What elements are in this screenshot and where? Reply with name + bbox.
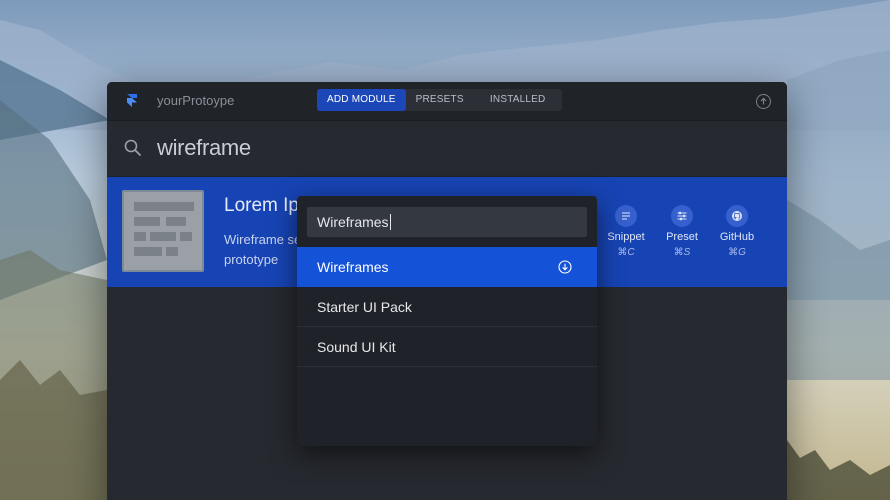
arrow-up-icon [760, 97, 767, 105]
search-bar[interactable]: wireframe [107, 121, 787, 177]
app-name: yourProtoype [157, 93, 235, 108]
search-input[interactable]: wireframe [157, 135, 251, 161]
github-action[interactable]: GitHub ⌘G [711, 205, 763, 258]
snippet-icon [622, 212, 630, 220]
category-input[interactable]: Wireframes [307, 207, 587, 237]
github-icon [732, 211, 742, 221]
dropdown-item-sound-ui-kit[interactable]: Sound UI Kit [297, 327, 597, 367]
snippet-shortcut: ⌘C [617, 247, 635, 258]
dropdown-item-wireframes[interactable]: Wireframes [297, 247, 597, 287]
upload-button[interactable] [756, 94, 771, 109]
snippet-action[interactable]: Snippet ⌘C [600, 205, 652, 258]
preset-label: Preset [666, 231, 698, 243]
github-shortcut: ⌘G [728, 247, 746, 258]
framer-logo-icon [127, 94, 137, 107]
dropdown-item-label: Starter UI Pack [317, 299, 412, 315]
tab-installed[interactable]: INSTALLED [474, 89, 562, 111]
sliders-icon [677, 211, 687, 221]
category-dropdown: Wireframes Wireframes Starter UI Pack So… [297, 196, 597, 446]
text-caret [389, 214, 391, 230]
category-input-value: Wireframes [317, 214, 389, 230]
dropdown-item-label: Wireframes [317, 259, 389, 275]
download-icon[interactable] [558, 260, 572, 274]
preset-shortcut: ⌘S [673, 247, 691, 258]
snippet-label: Snippet [607, 231, 645, 243]
preset-action[interactable]: Preset ⌘S [656, 205, 708, 258]
module-tabs: ADD MODULE PRESETS INSTALLED [317, 89, 562, 111]
github-label: GitHub [719, 231, 755, 243]
search-icon [124, 139, 141, 156]
tab-presets[interactable]: PRESETS [406, 89, 474, 111]
dropdown-item-label: Sound UI Kit [317, 339, 396, 355]
desktop-wallpaper: yourProtoype ADD MODULE PRESETS INSTALLE… [0, 0, 890, 500]
titlebar: yourProtoype ADD MODULE PRESETS INSTALLE… [107, 82, 787, 121]
module-thumbnail [122, 190, 204, 272]
dropdown-item-starter-ui-pack[interactable]: Starter UI Pack [297, 287, 597, 327]
tab-add-module[interactable]: ADD MODULE [317, 89, 406, 111]
